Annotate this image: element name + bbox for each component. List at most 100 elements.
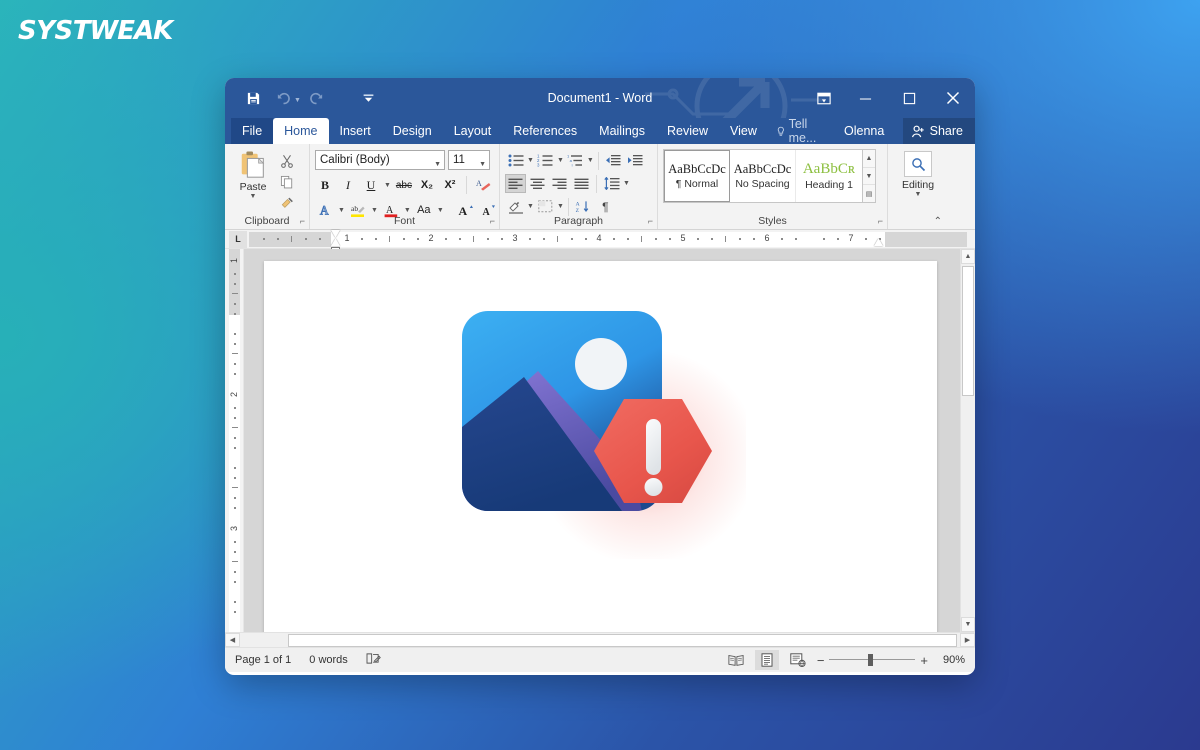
document-page[interactable] xyxy=(264,261,937,632)
font-dialog-launcher[interactable]: ⌐ xyxy=(490,216,495,226)
collapse-ribbon-icon[interactable]: ⌃ xyxy=(934,216,942,227)
highlight-caret[interactable]: ▼ xyxy=(371,207,378,214)
italic-button[interactable]: I xyxy=(338,175,358,195)
justify-button[interactable] xyxy=(571,174,592,193)
redo-icon[interactable] xyxy=(303,85,331,111)
tab-review[interactable]: Review xyxy=(656,118,719,144)
tab-layout[interactable]: Layout xyxy=(443,118,503,144)
numbering-button[interactable]: 123 xyxy=(535,151,556,170)
scroll-up-icon[interactable]: ▲ xyxy=(961,249,975,264)
right-indent-marker[interactable] xyxy=(874,238,883,246)
horizontal-scroll-track[interactable] xyxy=(240,634,960,647)
paste-dropdown-caret[interactable]: ▼ xyxy=(250,193,257,200)
font-color-caret[interactable]: ▼ xyxy=(404,207,411,214)
multilevel-list-button[interactable]: 1ai xyxy=(565,151,586,170)
tab-home[interactable]: Home xyxy=(273,118,328,144)
editing-dropdown-caret[interactable]: ▼ xyxy=(915,191,922,198)
print-layout-icon[interactable] xyxy=(755,650,779,670)
tab-mailings[interactable]: Mailings xyxy=(588,118,656,144)
tab-insert[interactable]: Insert xyxy=(329,118,382,144)
tab-design[interactable]: Design xyxy=(382,118,443,144)
sort-button[interactable]: AZ xyxy=(573,197,594,216)
page-count-status[interactable]: Page 1 of 1 xyxy=(235,654,291,666)
proofing-errors-icon[interactable] xyxy=(366,652,381,668)
styles-scroll-down-icon[interactable]: ▼ xyxy=(863,168,875,186)
tab-references[interactable]: References xyxy=(502,118,588,144)
minimize-icon[interactable] xyxy=(843,78,887,118)
horizontal-scrollbar[interactable]: ◀ ▶ xyxy=(225,632,975,647)
zoom-slider[interactable]: − + xyxy=(817,653,928,668)
cut-icon[interactable] xyxy=(276,152,298,170)
styles-dialog-launcher[interactable]: ⌐ xyxy=(878,216,883,226)
borders-caret[interactable]: ▼ xyxy=(557,203,564,210)
share-button[interactable]: Share xyxy=(903,118,975,144)
hanging-indent-marker[interactable] xyxy=(331,238,340,246)
font-size-caret[interactable]: ▼ xyxy=(479,156,486,174)
search-icon[interactable] xyxy=(904,151,932,177)
word-count-status[interactable]: 0 words xyxy=(309,654,348,666)
borders-button[interactable] xyxy=(535,197,556,216)
line-spacing-caret[interactable]: ▼ xyxy=(623,180,630,187)
scroll-right-icon[interactable]: ▶ xyxy=(960,633,975,647)
styles-scroll-up-icon[interactable]: ▲ xyxy=(863,150,875,168)
bold-button[interactable]: B xyxy=(315,175,335,195)
decrease-indent-button[interactable] xyxy=(603,151,624,170)
vertical-ruler[interactable]: 1 2 3 xyxy=(225,249,244,632)
align-right-button[interactable] xyxy=(549,174,570,193)
scroll-down-icon[interactable]: ▼ xyxy=(961,617,975,632)
undo-dropdown-caret[interactable]: ▼ xyxy=(294,97,301,104)
vertical-scroll-thumb[interactable] xyxy=(962,266,974,396)
zoom-thumb[interactable] xyxy=(868,654,873,666)
increase-indent-button[interactable] xyxy=(625,151,646,170)
font-name-combobox[interactable]: Calibri (Body) ▼ xyxy=(315,150,445,170)
user-account-name[interactable]: Olenna M... xyxy=(836,118,903,144)
close-icon[interactable] xyxy=(931,78,975,118)
shading-button[interactable] xyxy=(505,197,526,216)
undo-icon[interactable] xyxy=(269,85,297,111)
format-painter-icon[interactable] xyxy=(276,194,298,212)
align-left-button[interactable] xyxy=(505,174,526,193)
customize-qat-icon[interactable] xyxy=(355,85,383,111)
change-case-caret[interactable]: ▼ xyxy=(437,207,444,214)
styles-more-icon[interactable]: ▤ xyxy=(863,185,875,202)
tell-me-search[interactable]: Tell me... xyxy=(768,118,836,144)
superscript-button[interactable]: X² xyxy=(440,175,460,195)
paragraph-dialog-launcher[interactable]: ⌐ xyxy=(648,216,653,226)
style-heading-1[interactable]: AaBbCʀ Heading 1 xyxy=(796,150,862,202)
bullets-caret[interactable]: ▼ xyxy=(527,157,534,164)
clipboard-dialog-launcher[interactable]: ⌐ xyxy=(300,216,305,226)
style-normal[interactable]: AaBbCcDc ¶ Normal xyxy=(664,150,730,202)
underline-button[interactable]: U xyxy=(361,175,381,195)
tab-stop-selector[interactable]: L xyxy=(229,231,247,248)
tab-file[interactable]: File xyxy=(231,118,273,144)
zoom-out-button[interactable]: − xyxy=(817,653,825,668)
font-name-caret[interactable]: ▼ xyxy=(434,156,441,174)
ribbon-display-options-icon[interactable] xyxy=(805,78,843,118)
underline-caret[interactable]: ▼ xyxy=(384,182,391,189)
save-icon[interactable] xyxy=(239,85,267,111)
first-line-indent-marker[interactable] xyxy=(331,230,340,238)
copy-icon[interactable] xyxy=(276,173,298,191)
horizontal-ruler[interactable]: L 1 2 3 4 xyxy=(225,230,975,249)
zoom-track[interactable] xyxy=(829,654,915,666)
strikethrough-button[interactable]: abc xyxy=(394,175,414,195)
web-layout-icon[interactable] xyxy=(786,650,810,670)
clear-formatting-button[interactable]: A xyxy=(473,175,493,195)
shading-caret[interactable]: ▼ xyxy=(527,203,534,210)
style-no-spacing[interactable]: AaBbCcDc No Spacing xyxy=(730,150,796,202)
font-size-combobox[interactable]: 11 ▼ xyxy=(448,150,490,170)
zoom-in-button[interactable]: + xyxy=(920,653,928,668)
zoom-level-label[interactable]: 90% xyxy=(935,654,965,666)
subscript-button[interactable]: X₂ xyxy=(417,175,437,195)
bullets-button[interactable] xyxy=(505,151,526,170)
read-mode-icon[interactable] xyxy=(724,650,748,670)
horizontal-scroll-thumb[interactable] xyxy=(288,634,957,647)
tab-view[interactable]: View xyxy=(719,118,768,144)
numbering-caret[interactable]: ▼ xyxy=(557,157,564,164)
show-formatting-marks-button[interactable]: ¶ xyxy=(595,197,616,216)
text-effects-caret[interactable]: ▼ xyxy=(338,207,345,214)
multilevel-caret[interactable]: ▼ xyxy=(587,157,594,164)
ruler-track[interactable]: 1 2 3 4 5 6 xyxy=(249,232,967,247)
vertical-scrollbar[interactable]: ▲ ▼ xyxy=(960,249,975,632)
scroll-left-icon[interactable]: ◀ xyxy=(225,633,240,647)
